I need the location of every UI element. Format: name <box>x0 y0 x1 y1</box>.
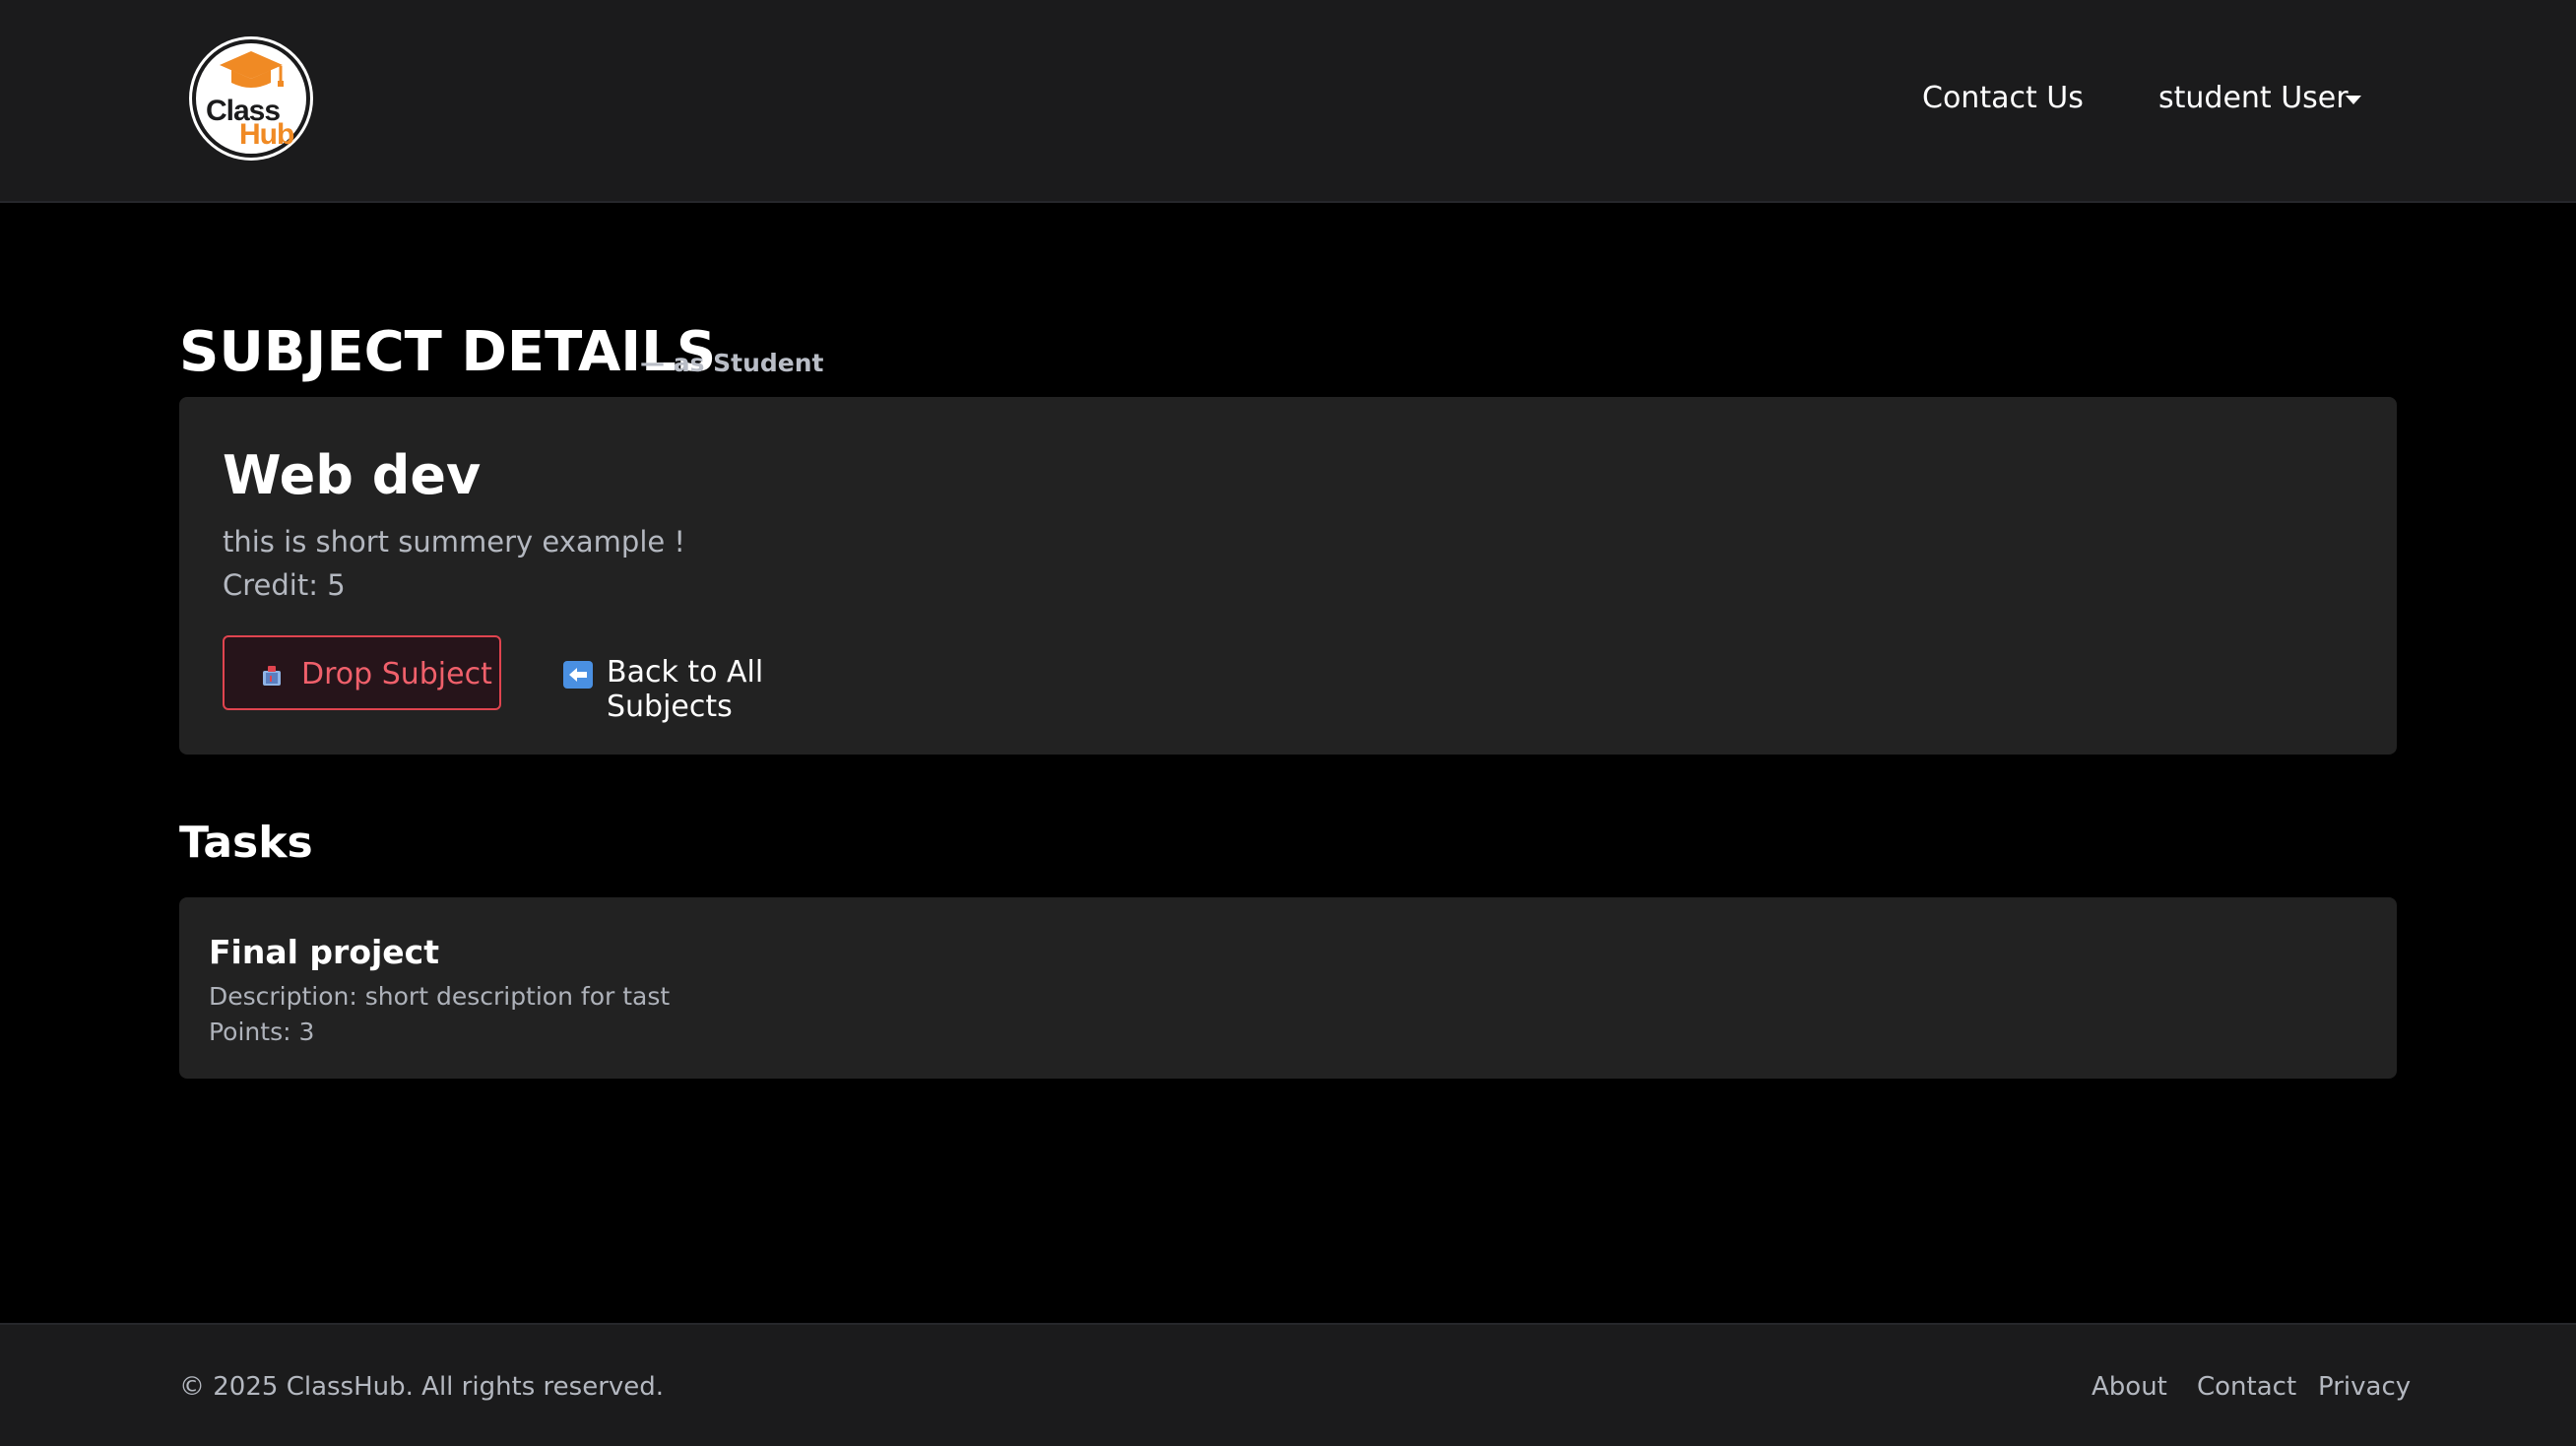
classhub-logo[interactable]: Class Hub <box>192 39 310 158</box>
drop-subject-button[interactable]: Drop Subject <box>223 635 501 710</box>
back-arrow-icon <box>563 661 593 689</box>
task-card[interactable]: Final project Description: short descrip… <box>179 897 2397 1079</box>
footer-link-contact[interactable]: Contact <box>2197 1372 2296 1402</box>
drop-subject-label: Drop Subject <box>301 657 492 691</box>
subject-card: Web dev this is short summery example ! … <box>179 397 2397 755</box>
user-menu-toggle[interactable]: student User <box>2158 81 2349 115</box>
page-role-subtitle: — as Student <box>640 349 824 377</box>
nav-contact-us-link[interactable]: Contact Us <box>1922 81 2084 115</box>
navbar: Class Hub Contact Us student User <box>0 0 2576 203</box>
task-title: Final project <box>209 933 440 971</box>
subject-summary: this is short summery example ! <box>223 525 686 559</box>
footer-link-about[interactable]: About <box>2092 1372 2167 1402</box>
task-description: Description: short description for tast <box>209 982 671 1011</box>
trash-bin-icon <box>263 666 281 686</box>
subject-credit: Credit: 5 <box>223 568 346 602</box>
footer: © 2025 ClassHub. All rights reserved. Ab… <box>0 1323 2576 1446</box>
back-to-all-subjects-label: Back to All Subjects <box>607 655 764 724</box>
chevron-down-icon[interactable] <box>2346 96 2361 104</box>
footer-copyright: © 2025 ClassHub. All rights reserved. <box>179 1372 665 1402</box>
logo-text-hub: Hub <box>239 118 294 151</box>
footer-link-privacy[interactable]: Privacy <box>2318 1372 2411 1402</box>
task-points: Points: 3 <box>209 1018 315 1046</box>
tasks-heading: Tasks <box>179 818 313 868</box>
back-to-all-subjects-button[interactable]: Back to All Subjects <box>563 635 898 724</box>
page-title: SUBJECT DETAILS <box>179 320 717 384</box>
subject-name: Web dev <box>223 444 482 506</box>
